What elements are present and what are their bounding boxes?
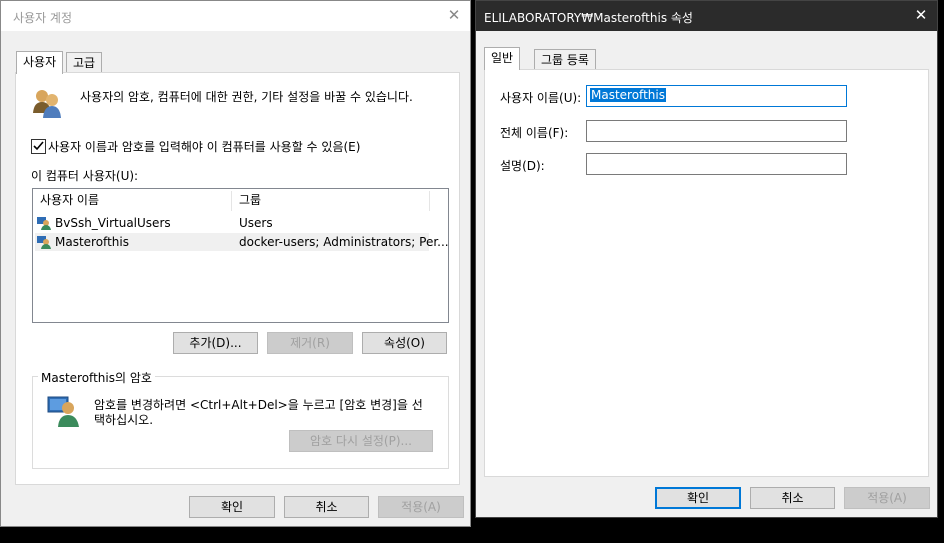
- description-field[interactable]: [586, 153, 847, 175]
- table-row[interactable]: BvSsh_VirtualUsers Users: [35, 214, 429, 232]
- close-icon[interactable]: ✕: [913, 7, 929, 23]
- cancel-button[interactable]: 취소: [750, 487, 835, 509]
- close-icon[interactable]: ✕: [446, 7, 462, 23]
- checkmark-icon: [33, 141, 44, 151]
- tab-advanced[interactable]: 고급: [66, 52, 103, 73]
- tab-users[interactable]: 사용자: [16, 51, 64, 74]
- tab-panel: 사용자 이름(U): Masterofthis 전체 이름(F): 설명(D):: [484, 69, 929, 477]
- users-list[interactable]: 사용자 이름 그룹 BvSsh_VirtualUsers Users Maste…: [32, 188, 449, 323]
- user-properties-window: ELILABORATORY₩Masterofthis 속성 ✕ 일반 그룹 등록…: [475, 0, 938, 518]
- tab-panel: 사용자의 암호, 컴퓨터에 대한 권한, 기타 설정을 바꿀 수 있습니다. 사…: [15, 72, 460, 485]
- username-field[interactable]: Masterofthis: [586, 85, 847, 107]
- user-icon: [37, 217, 51, 230]
- fullname-label: 전체 이름(F):: [500, 126, 569, 140]
- properties-button[interactable]: 속성(O): [362, 332, 447, 354]
- require-login-label[interactable]: 사용자 이름과 암호를 입력해야 이 컴퓨터를 사용할 수 있음(E): [48, 138, 360, 155]
- user-accounts-window: 사용자 계정 ✕ 사용자 고급 사용자의 암호, 컴퓨터에 대한 권한, 기타 …: [0, 0, 471, 527]
- user-computer-icon: [47, 396, 79, 427]
- remove-button[interactable]: 제거(R): [267, 332, 353, 354]
- column-header-username[interactable]: 사용자 이름: [40, 189, 99, 211]
- users-icon: [33, 90, 61, 118]
- user-name: BvSsh_VirtualUsers: [55, 216, 171, 230]
- window-title: 사용자 계정: [13, 11, 73, 25]
- title-bar: 사용자 계정 ✕: [1, 1, 470, 31]
- column-divider[interactable]: [429, 191, 430, 211]
- users-list-label: 이 컴퓨터 사용자(U):: [31, 169, 139, 183]
- apply-button[interactable]: 적용(A): [844, 487, 930, 509]
- user-icon: [37, 236, 51, 249]
- intro-text: 사용자의 암호, 컴퓨터에 대한 권한, 기타 설정을 바꿀 수 있습니다.: [80, 90, 413, 104]
- user-name: Masterofthis: [55, 235, 129, 249]
- username-label: 사용자 이름(U):: [500, 91, 582, 105]
- username-value: Masterofthis: [590, 88, 666, 102]
- ok-button[interactable]: 확인: [655, 487, 741, 509]
- tab-member-of[interactable]: 그룹 등록: [534, 49, 596, 70]
- column-divider[interactable]: [231, 191, 232, 211]
- require-login-checkbox[interactable]: [31, 139, 46, 154]
- fullname-field[interactable]: [586, 120, 847, 142]
- description-label: 설명(D):: [500, 159, 545, 173]
- reset-password-button[interactable]: 암호 다시 설정(P)...: [289, 430, 433, 452]
- window-title: ELILABORATORY₩Masterofthis 속성: [484, 11, 693, 25]
- tab-general[interactable]: 일반: [484, 47, 521, 70]
- password-group-title: Masterofthis의 암호: [38, 369, 155, 386]
- add-button[interactable]: 추가(D)...: [173, 332, 258, 354]
- user-group: docker-users; Administrators; Per...: [239, 235, 449, 249]
- apply-button[interactable]: 적용(A): [378, 496, 464, 518]
- cancel-button[interactable]: 취소: [284, 496, 369, 518]
- password-help-line2: 택하십시오.: [94, 413, 154, 427]
- column-header-group[interactable]: 그룹: [239, 189, 261, 211]
- table-row[interactable]: Masterofthis docker-users; Administrator…: [35, 233, 449, 251]
- title-bar: ELILABORATORY₩Masterofthis 속성 ✕: [476, 1, 937, 31]
- user-group: Users: [239, 216, 273, 230]
- ok-button[interactable]: 확인: [189, 496, 275, 518]
